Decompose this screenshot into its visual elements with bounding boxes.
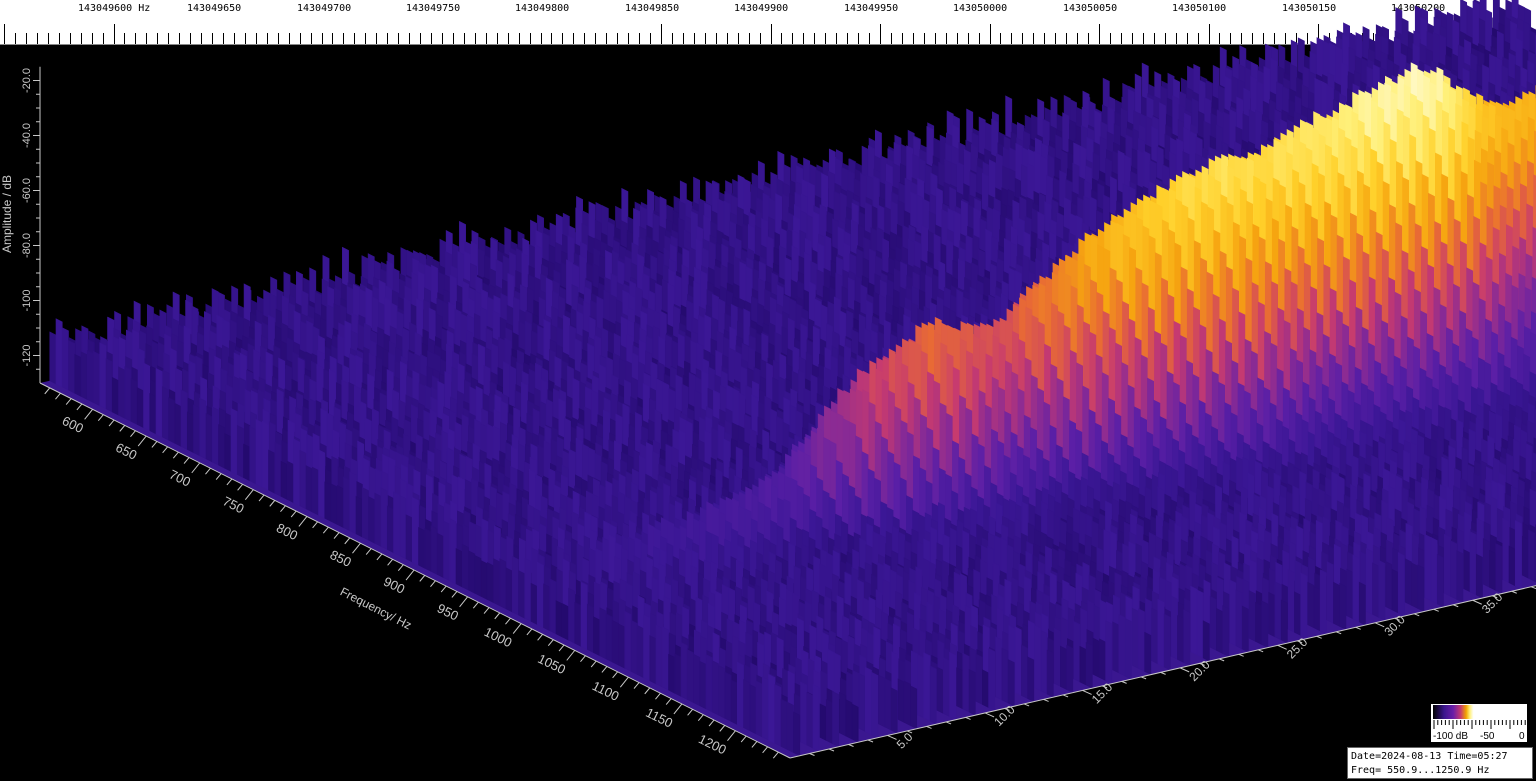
spectrum-cell <box>1508 545 1516 587</box>
spectrum-cell <box>1463 549 1471 593</box>
waterfall-3d-plot: 6006507007508008509009501000105011001150… <box>0 0 1536 759</box>
spectrum-window: 143049600 Hz 143049650 143049700 1430497… <box>0 0 1536 781</box>
spectrum-cell <box>1489 549 1497 591</box>
spectrum-cell <box>1514 520 1522 590</box>
spectrum-cell <box>1502 517 1510 584</box>
spectrum-cell <box>1521 535 1529 579</box>
spectrum-surface <box>49 0 1536 757</box>
spectrum-cell <box>1495 543 1503 594</box>
spectrum-cell <box>1475 553 1483 599</box>
spectrum-cell <box>1482 538 1490 588</box>
spectrum-cell <box>1528 529 1536 582</box>
spectrum-cell <box>1469 531 1477 596</box>
